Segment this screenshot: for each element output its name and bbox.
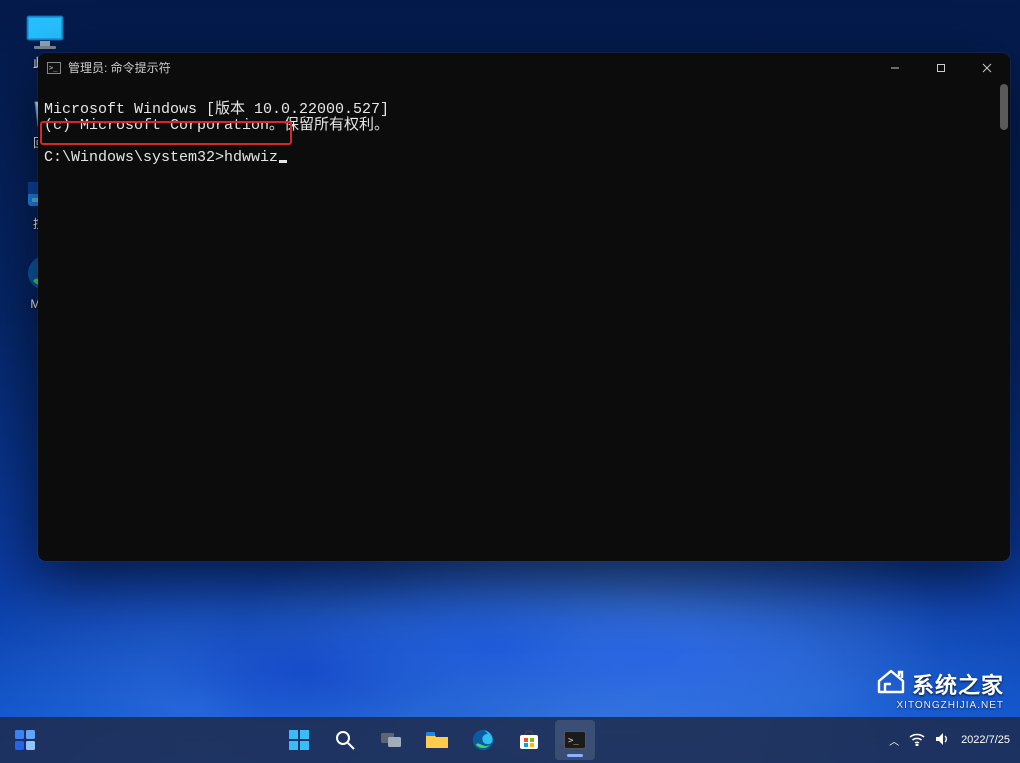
edge-taskbar-button[interactable] bbox=[463, 720, 503, 760]
taskbar: >_ ︿ 2022/7/25 bbox=[0, 717, 1020, 763]
task-view-button[interactable] bbox=[371, 720, 411, 760]
window-title: 管理员: 命令提示符 bbox=[68, 59, 171, 76]
terminal-line: Microsoft Windows [版本 10.0.22000.527] bbox=[44, 101, 389, 118]
maximize-button[interactable] bbox=[918, 53, 964, 82]
volume-icon[interactable] bbox=[935, 732, 951, 749]
taskbar-center: >_ bbox=[54, 720, 820, 760]
search-button[interactable] bbox=[325, 720, 365, 760]
system-tray: ︿ 2022/7/25 bbox=[820, 732, 1020, 749]
start-button[interactable] bbox=[279, 720, 319, 760]
watermark: 系统之家 XITONGZHIJIA.NET bbox=[876, 668, 1004, 711]
this-pc-icon bbox=[24, 12, 66, 52]
network-icon[interactable] bbox=[909, 732, 925, 749]
house-icon bbox=[876, 668, 906, 700]
command-prompt-window: >_ 管理员: 命令提示符 Microsoft Windows [版本 10.0… bbox=[38, 53, 1010, 561]
terminal-line: (c) Microsoft Corporation。保留所有权利。 bbox=[44, 117, 389, 134]
clock-date: 2022/7/25 bbox=[961, 734, 1010, 747]
terminal-body[interactable]: Microsoft Windows [版本 10.0.22000.527] (c… bbox=[38, 82, 1010, 561]
store-button[interactable] bbox=[509, 720, 549, 760]
cmd-taskbar-button[interactable]: >_ bbox=[555, 720, 595, 760]
taskbar-clock[interactable]: 2022/7/25 bbox=[961, 734, 1010, 747]
text-cursor bbox=[279, 160, 287, 163]
minimize-button[interactable] bbox=[872, 53, 918, 82]
svg-text:>_: >_ bbox=[568, 736, 579, 746]
tray-overflow-chevron-icon[interactable]: ︿ bbox=[889, 733, 899, 748]
terminal-prompt: C:\Windows\system32> bbox=[44, 149, 224, 166]
titlebar[interactable]: >_ 管理员: 命令提示符 bbox=[38, 53, 1010, 82]
scrollbar-thumb[interactable] bbox=[1000, 84, 1008, 130]
widgets-button[interactable] bbox=[10, 725, 40, 755]
file-explorer-button[interactable] bbox=[417, 720, 457, 760]
close-button[interactable] bbox=[964, 53, 1010, 82]
terminal-command: hdwwiz bbox=[224, 149, 278, 166]
watermark-url: XITONGZHIJIA.NET bbox=[876, 700, 1004, 711]
cmd-icon: >_ bbox=[46, 60, 62, 76]
svg-text:>_: >_ bbox=[49, 64, 58, 72]
watermark-brand: 系统之家 bbox=[912, 668, 1004, 700]
